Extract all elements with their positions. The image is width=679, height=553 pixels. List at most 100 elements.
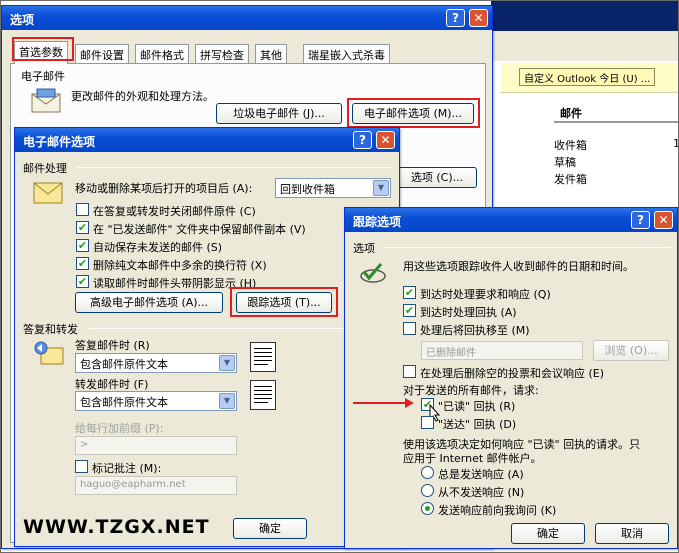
tracking-options-dialog: 跟踪选项 ? ✕ 选项 用这些选项跟踪收件人收到邮件的日期和时间。 到达时处理要… <box>344 207 678 549</box>
reply-forward-icon <box>34 341 64 365</box>
outlook-title-strip <box>491 1 678 31</box>
message-handling-divider <box>77 167 393 168</box>
browse-button[interactable]: 浏览 (O)... <box>593 340 669 361</box>
tab-spelling[interactable]: 拼写检查 <box>195 44 249 64</box>
prefix-label: 给每行加前缀 (P): <box>75 422 164 435</box>
delivery-receipt-checkbox[interactable] <box>421 416 434 429</box>
email-options-highlight <box>347 98 480 128</box>
always-send-radio[interactable] <box>421 466 434 479</box>
prefix-input[interactable]: > <box>75 436 237 455</box>
move-receipts-checkbox[interactable] <box>403 322 416 335</box>
delivery-receipt-label: "送达" 回执 (D) <box>438 418 517 431</box>
tracking-ok-button[interactable]: 确定 <box>511 523 585 544</box>
email-options-titlebar: 电子邮件选项 <box>15 128 399 152</box>
process-requests-label: 到达时处理要求和响应 (Q) <box>420 288 551 301</box>
mark-comments-label: 标记批注 (M): <box>92 462 162 475</box>
email-section-divider <box>81 75 477 76</box>
delete-blank-label: 在处理后删除空的投票和会议响应 (E) <box>420 367 605 380</box>
tracking-title: 跟踪选项 <box>353 215 402 229</box>
options-title: 选项 <box>10 13 35 27</box>
tracking-titlebar: 跟踪选项 <box>345 208 677 232</box>
forward-label: 转发邮件时 (F) <box>75 378 149 391</box>
mark-comments-input[interactable]: haguo@eapharm.net <box>75 476 237 495</box>
always-send-label: 总是发送响应 (A) <box>438 468 524 481</box>
tab-mail-format[interactable]: 邮件格式 <box>135 44 189 64</box>
after-move-label: 移动或删除某项后打开的项目后 (A): <box>75 182 253 195</box>
tracking-options-highlight <box>230 287 338 317</box>
never-send-label: 从不发送响应 (N) <box>438 486 525 499</box>
ok-button[interactable]: 确定 <box>233 518 307 539</box>
chevron-down-icon[interactable]: ▼ <box>373 180 389 196</box>
email-section-label: 电子邮件 <box>21 70 65 83</box>
email-options-dialog: 电子邮件选项 ? ✕ 邮件处理 移动或删除某项后打开的项目后 (A): 回到收件… <box>14 127 400 547</box>
options-c-button[interactable]: 选项 (C)... <box>397 167 477 188</box>
shade-headers-checkbox[interactable] <box>76 275 89 288</box>
reply-label: 答复邮件时 (R) <box>75 339 150 352</box>
process-requests-checkbox[interactable] <box>403 286 416 299</box>
message-handling-label: 邮件处理 <box>23 162 67 175</box>
email-options-title: 电子邮件选项 <box>23 135 96 149</box>
forward-select[interactable]: 包含邮件原件文本 ▼ <box>75 391 237 411</box>
chevron-down-icon[interactable]: ▼ <box>219 393 235 409</box>
reply-forward-label: 答复和转发 <box>23 323 78 336</box>
close-icon[interactable]: ✕ <box>654 211 673 229</box>
outlook-toolbar-strip <box>491 31 678 61</box>
envelope-icon <box>31 88 61 113</box>
site-watermark: WWW.TZGX.NET <box>23 516 210 538</box>
process-receipts-label: 到达时处理回执 (A) <box>420 306 517 319</box>
tab-rising-antivirus[interactable]: 瑞星嵌入式杀毒 <box>303 44 390 64</box>
red-arrow-icon <box>353 398 414 408</box>
process-receipts-checkbox[interactable] <box>403 304 416 317</box>
never-send-radio[interactable] <box>421 484 434 497</box>
preferences-tab-highlight <box>12 37 74 61</box>
folder-inbox[interactable]: 收件箱 <box>554 137 587 153</box>
tracking-description: 用这些选项跟踪收件人收到邮件的日期和时间。 <box>403 260 634 273</box>
reply-preview-icon <box>250 342 276 372</box>
reply-value: 包含邮件原件文本 <box>80 358 168 371</box>
close-icon[interactable]: ✕ <box>376 131 395 149</box>
help-icon[interactable]: ? <box>631 211 650 229</box>
help-icon[interactable]: ? <box>353 131 372 149</box>
junk-email-button[interactable]: 垃圾电子邮件 (J)... <box>216 103 342 124</box>
reply-select[interactable]: 包含邮件原件文本 ▼ <box>75 353 237 373</box>
tracking-section-label: 选项 <box>353 242 375 255</box>
mail-header: 邮件 <box>554 101 678 123</box>
after-move-value: 回到收件箱 <box>280 183 335 196</box>
customize-outlook-today-button[interactable]: 自定义 Outlook 今日 (U) ... <box>519 68 656 86</box>
close-icon[interactable]: ✕ <box>469 9 488 27</box>
remove-line-breaks-label: 删除纯文本邮件中多余的换行符 (X) <box>93 259 267 272</box>
tracking-section-divider <box>383 247 671 248</box>
move-receipts-label: 处理后将回执移至 (M) <box>420 324 530 337</box>
email-description: 更改邮件的外观和处理方法。 <box>71 90 214 103</box>
ask-before-send-radio[interactable] <box>421 502 434 515</box>
tracking-check-icon <box>360 263 386 283</box>
read-receipt-label: "已读" 回执 (R) <box>438 400 516 413</box>
keep-sent-copy-checkbox[interactable] <box>76 221 89 234</box>
folder-drafts[interactable]: 草稿 <box>554 154 576 170</box>
chevron-down-icon[interactable]: ▼ <box>219 355 235 371</box>
help-icon[interactable]: ? <box>446 9 465 27</box>
autosave-label: 自动保存未发送的邮件 (S) <box>93 241 223 254</box>
screenshot-frame: 自定义 Outlook 今日 (U) ... 邮件 收件箱 1 草稿 发件箱 选… <box>0 0 679 553</box>
delete-blank-checkbox[interactable] <box>403 365 416 378</box>
forward-value: 包含邮件原件文本 <box>80 396 168 409</box>
receipt-folder-input[interactable]: 已删除邮件 <box>421 341 583 360</box>
close-original-checkbox[interactable] <box>76 203 89 216</box>
all-sent-label: 对于发送的所有邮件，请求: <box>403 384 539 397</box>
autosave-checkbox[interactable] <box>76 239 89 252</box>
close-original-label: 在答复或转发时关闭邮件原件 (C) <box>93 205 256 218</box>
inbox-count: 1 <box>673 137 678 150</box>
ask-before-send-label: 发送响应前向我询问 (K) <box>438 504 557 517</box>
tracking-cancel-button[interactable]: 取消 <box>595 523 669 544</box>
keep-sent-copy-label: 在 "已发送邮件" 文件夹中保留邮件副本 (V) <box>93 223 306 236</box>
tab-other[interactable]: 其他 <box>255 44 287 64</box>
advanced-email-options-button[interactable]: 高级电子邮件选项 (A)... <box>75 292 223 313</box>
after-move-select[interactable]: 回到收件箱 ▼ <box>275 178 391 198</box>
folder-outbox[interactable]: 发件箱 <box>554 171 587 187</box>
mail-icon <box>33 182 63 204</box>
options-titlebar: 选项 <box>2 6 492 30</box>
respond-description-2: 应用于 Internet 邮件帐户。 <box>403 452 542 465</box>
tab-mail-setup[interactable]: 邮件设置 <box>75 44 129 64</box>
mark-comments-checkbox[interactable] <box>75 460 88 473</box>
remove-line-breaks-checkbox[interactable] <box>76 257 89 270</box>
